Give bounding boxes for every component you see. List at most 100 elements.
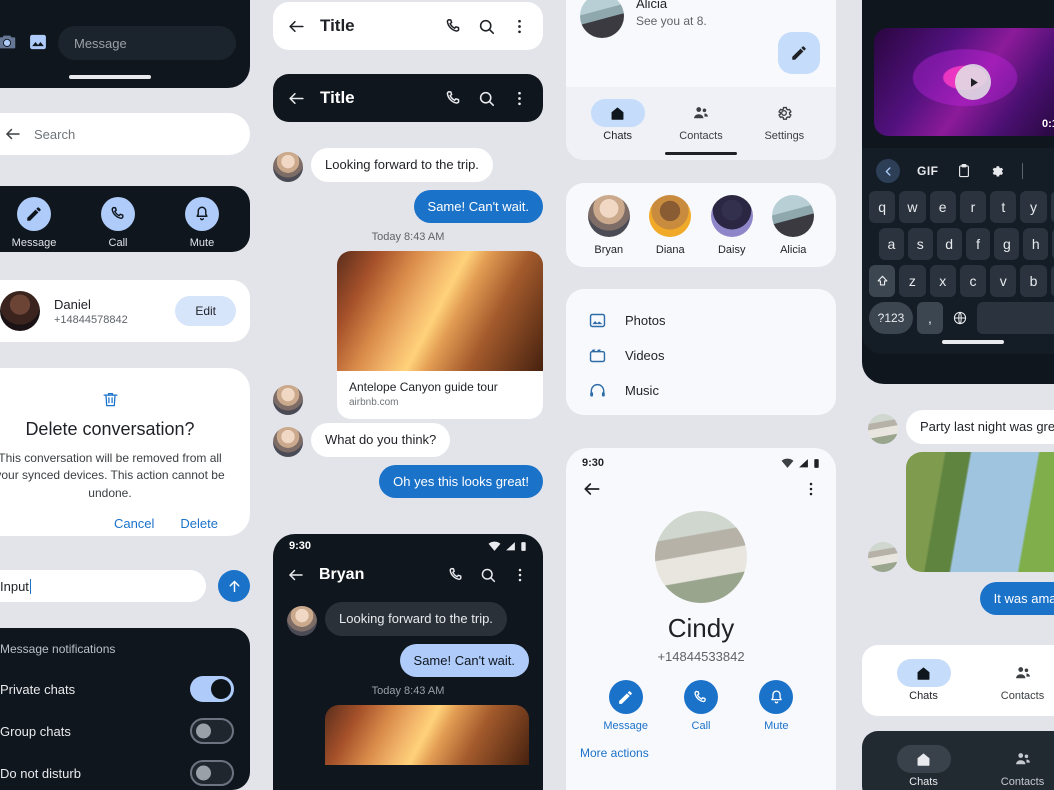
toggle-group-chats[interactable] [190,718,234,744]
setting-row-group-chats[interactable]: Group chats [0,718,234,744]
navitem-contacts[interactable]: Contacts [973,653,1054,706]
message-image[interactable] [906,451,1054,572]
message-bubble[interactable]: Party last night was great! [906,410,1054,444]
camera-icon[interactable] [0,31,18,53]
setting-row-private-chats[interactable]: Private chats [0,676,234,702]
cancel-button[interactable]: Cancel [114,516,154,531]
key-b[interactable]: b [1020,265,1047,297]
arrow-left-icon[interactable] [287,89,306,108]
arrow-left-icon[interactable] [287,17,306,36]
more-vertical-icon[interactable] [511,566,529,584]
video-attachment[interactable]: 0:15 [874,28,1054,136]
compose-fab[interactable] [778,32,820,74]
contact-chip-bryan[interactable]: Bryan [578,194,640,256]
quick-action-message[interactable]: Message [0,197,76,249]
more-vertical-icon[interactable] [510,89,529,108]
key-space[interactable] [977,302,1054,334]
message-input-dark[interactable]: Message [58,26,236,60]
contact-chip-alicia[interactable]: Alicia [763,194,825,256]
search-bar[interactable]: Search [0,113,250,155]
contact-chip-diana[interactable]: Diana [640,194,702,256]
play-icon[interactable] [955,64,991,100]
arrow-left-icon[interactable] [582,479,602,499]
navitem-contacts[interactable]: Contacts [973,739,1054,790]
more-vertical-icon[interactable] [802,480,820,498]
message-bubble[interactable]: Same! Can't wait. [399,643,529,678]
arrow-left-icon[interactable] [4,125,22,143]
key-z[interactable]: z [899,265,926,297]
send-button[interactable] [218,570,250,602]
media-menu-item-photos[interactable]: Photos [566,303,836,338]
phone-icon[interactable] [444,89,463,108]
setting-label: Do not disturb [0,765,81,781]
contact-chip-daisy[interactable]: Daisy [701,194,763,256]
navitem-chats[interactable]: Chats [576,93,659,146]
key-y[interactable]: y [1020,191,1047,223]
quick-action-mute[interactable]: Mute [160,197,244,249]
key-x[interactable]: x [929,265,956,297]
navitem-contacts[interactable]: Contacts [659,93,742,146]
key-a[interactable]: a [879,228,904,260]
quick-action-label: Message [11,237,57,249]
toggle-do-not-disturb[interactable] [190,760,234,786]
message-image[interactable] [325,705,529,766]
profile-action-mute[interactable]: Mute [739,680,814,732]
arrow-left-icon[interactable] [287,566,305,584]
key-c[interactable]: c [959,265,987,297]
chevron-left-icon[interactable] [876,159,900,183]
key-d[interactable]: d [936,228,962,260]
key-v[interactable]: v [990,265,1017,297]
profile-phone: +14844533842 [657,649,745,664]
key-t[interactable]: t [990,191,1017,223]
quick-action-call[interactable]: Call [76,197,160,249]
link-preview-domain: airbnb.com [349,397,399,409]
delete-button[interactable]: Delete [180,516,218,531]
navitem-settings[interactable]: Settings [743,93,826,146]
media-menu-item-videos[interactable]: Videos [566,338,836,373]
clipboard-icon[interactable] [956,163,972,179]
globe-icon[interactable] [947,302,973,334]
link-preview-card[interactable]: Antelope Canyon guide tour airbnb.com [337,251,543,420]
headphones-icon [588,381,607,400]
profile-action-message[interactable]: Message [588,680,663,732]
home-icon [896,659,951,687]
navitem-chats[interactable]: Chats [874,653,973,706]
message-bubble[interactable]: Oh yes this looks great! [379,464,543,499]
key-s[interactable]: s [907,228,933,260]
phone-icon[interactable] [447,566,465,584]
search-icon[interactable] [479,566,497,584]
contact-row[interactable]: Daniel +14844578842 Edit [0,280,250,342]
more-actions-link[interactable]: More actions [566,732,836,760]
navitem-chats[interactable]: Chats [874,739,973,790]
message-row-incoming: Looking forward to the trip. [287,602,529,636]
phone-icon[interactable] [444,17,463,36]
more-vertical-icon[interactable] [510,17,529,36]
message-bubble[interactable]: It was amazing! [979,581,1054,616]
message-bubble[interactable]: Same! Can't wait. [413,189,543,224]
message-bubble[interactable]: Looking forward to the trip. [325,602,507,636]
key-g[interactable]: g [994,228,1020,260]
shift-icon[interactable] [869,265,896,297]
key-w[interactable]: w [899,191,926,223]
edit-button[interactable]: Edit [175,296,236,326]
toggle-private-chats[interactable] [190,676,234,702]
profile-action-call[interactable]: Call [663,680,738,732]
gif-icon[interactable]: GIF [917,164,939,178]
text-input[interactable]: Input [0,570,206,602]
key-q[interactable]: q [869,191,896,223]
key-symbols[interactable]: ?123 [869,302,913,334]
key-e[interactable]: e [929,191,956,223]
gear-icon[interactable] [989,163,1005,179]
setting-row-do-not-disturb[interactable]: Do not disturb [0,760,234,786]
status-bar: 9:30 [566,448,836,471]
message-bubble[interactable]: Looking forward to the trip. [311,148,493,182]
key-h[interactable]: h [1023,228,1049,260]
key-f[interactable]: f [965,228,991,260]
media-menu-item-music[interactable]: Music [566,373,836,408]
key-r[interactable]: r [959,191,987,223]
search-icon[interactable] [477,17,496,36]
search-icon[interactable] [477,89,496,108]
image-icon[interactable] [28,32,48,52]
key-comma[interactable]: , [917,302,943,334]
message-bubble[interactable]: What do you think? [311,423,451,457]
